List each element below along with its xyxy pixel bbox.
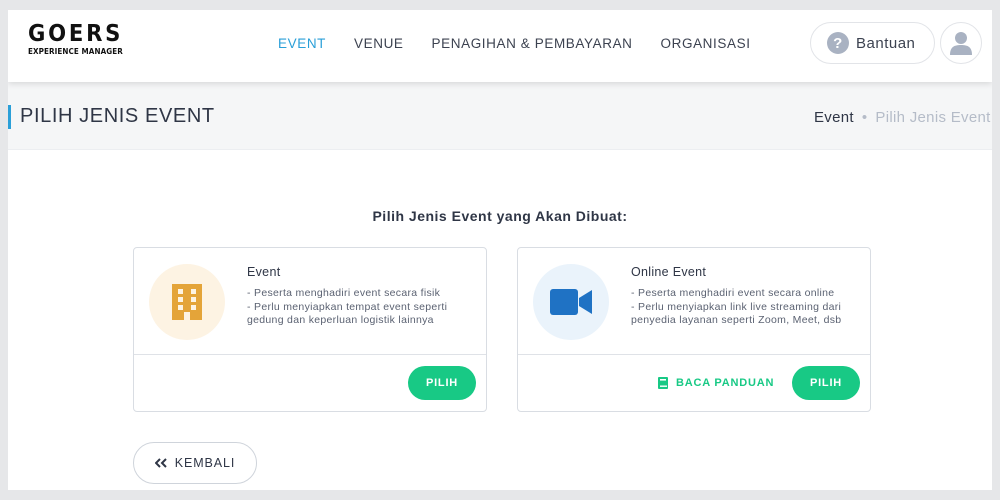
card-desc-line: - Perlu menyiapkan tempat event seperti <box>247 300 448 313</box>
question-circle-icon: ? <box>827 32 849 54</box>
title-accent-bar <box>8 105 11 129</box>
breadcrumb: Event • Pilih Jenis Event <box>814 109 991 126</box>
breadcrumb-item-current: Pilih Jenis Event <box>875 109 991 126</box>
card-title: Event <box>247 265 281 279</box>
select-online-event-button[interactable]: PILIH <box>792 366 860 400</box>
event-type-card-online: Online Event - Peserta menghadiri event … <box>517 247 871 412</box>
card-desc-line: penyedia layanan seperti Zoom, Meet, dsb <box>631 314 842 326</box>
breadcrumb-separator: • <box>861 109 868 126</box>
nav-item-event[interactable]: EVENT <box>278 36 326 51</box>
card-desc-line: gedung dan keperluan logistik lainnya <box>247 314 434 326</box>
card-description: - Peserta menghadiri event secara online… <box>631 287 841 328</box>
help-button[interactable]: ? Bantuan <box>810 22 935 64</box>
back-button[interactable]: KEMBALI <box>133 442 257 484</box>
logo-wordmark: GOERS <box>28 21 124 47</box>
read-guide-link[interactable]: BACA PANDUAN <box>658 377 774 389</box>
page-title: PILIH JENIS EVENT <box>20 105 215 127</box>
section-heading: Pilih Jenis Event yang Akan Dibuat: <box>372 208 628 224</box>
user-icon <box>950 32 972 55</box>
help-button-label: Bantuan <box>856 34 916 52</box>
logo-tagline: EXPERIENCE MANAGER <box>28 47 123 56</box>
card-title: Online Event <box>631 265 707 279</box>
icon-circle <box>149 264 225 340</box>
card-body: Online Event - Peserta menghadiri event … <box>518 248 870 355</box>
back-button-label: KEMBALI <box>174 456 236 470</box>
top-navbar: GOERS EXPERIENCE MANAGER EVENT VENUE PEN… <box>8 10 992 82</box>
double-chevron-left-icon <box>154 458 167 468</box>
event-type-card-offline: Event - Peserta menghadiri event secara … <box>133 247 487 412</box>
goers-logo[interactable]: GOERS EXPERIENCE MANAGER <box>28 23 133 56</box>
card-description: - Peserta menghadiri event secara fisik … <box>247 287 447 328</box>
video-camera-icon <box>550 289 592 315</box>
card-desc-line: - Perlu menyiapkan link live streaming d… <box>631 300 842 313</box>
select-event-button[interactable]: PILIH <box>408 366 476 400</box>
user-avatar-button[interactable] <box>940 22 982 64</box>
building-icon <box>172 284 202 320</box>
icon-circle <box>533 264 609 340</box>
nav-item-venue[interactable]: VENUE <box>354 36 404 51</box>
card-desc-line: - Peserta menghadiri event secara online <box>631 287 835 299</box>
nav-item-organization[interactable]: ORGANISASI <box>661 36 751 51</box>
page-header: PILIH JENIS EVENT Event • Pilih Jenis Ev… <box>8 82 992 150</box>
breadcrumb-item-event[interactable]: Event <box>814 109 854 126</box>
card-body: Event - Peserta menghadiri event secara … <box>134 248 486 355</box>
nav-item-billing-payment[interactable]: PENAGIHAN & PEMBAYARAN <box>432 36 633 51</box>
card-desc-line: - Peserta menghadiri event secara fisik <box>247 287 441 299</box>
read-guide-label: BACA PANDUAN <box>676 377 775 389</box>
app-window: GOERS EXPERIENCE MANAGER EVENT VENUE PEN… <box>8 10 992 490</box>
book-icon <box>658 377 668 389</box>
main-nav: EVENT VENUE PENAGIHAN & PEMBAYARAN ORGAN… <box>278 36 751 51</box>
